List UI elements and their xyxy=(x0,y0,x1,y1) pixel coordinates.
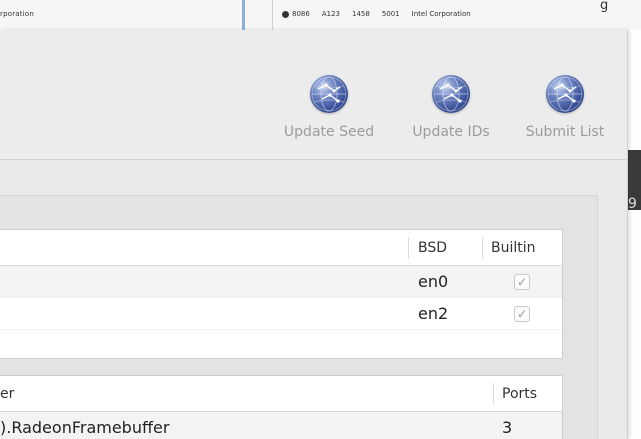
background-divider-thin xyxy=(272,0,273,30)
column-header-builtin[interactable]: Builtin xyxy=(491,230,536,266)
network-table[interactable]: BSD Builtin en0 ✓ en2 ✓ xyxy=(0,229,563,359)
submit-list-button[interactable]: Submit List xyxy=(510,75,620,155)
column-separator xyxy=(408,237,409,259)
background-glyph: g xyxy=(600,0,609,13)
update-ids-label: Update IDs xyxy=(412,124,490,140)
background-vendor-name: Intel Corporation xyxy=(411,10,471,18)
bullet-icon xyxy=(282,10,289,18)
globe-icon xyxy=(310,75,348,113)
update-seed-label: Update Seed xyxy=(283,124,375,140)
column-header-framebuffer[interactable]: er xyxy=(0,376,14,412)
column-header-bsd[interactable]: BSD xyxy=(418,230,447,266)
builtin-checkbox[interactable]: ✓ xyxy=(514,306,530,322)
column-separator xyxy=(493,383,494,405)
column-header-ports[interactable]: Ports xyxy=(502,376,537,412)
background-table-row: 8086 A123 1458 5001 Intel Corporation xyxy=(282,10,483,18)
toolbar: Update Seed Update IDs Submit List xyxy=(0,30,627,160)
table-row[interactable]: ).RadeonFramebuffer 3 xyxy=(0,412,562,439)
background-subsys-vendor: 1458 xyxy=(351,10,370,18)
bsd-cell: en0 xyxy=(418,272,449,291)
table-row[interactable]: en0 ✓ xyxy=(0,266,562,298)
background-divider xyxy=(242,0,245,30)
column-separator xyxy=(482,237,483,259)
adjacent-window-glyph: 9 xyxy=(628,196,637,212)
network-table-header: BSD Builtin xyxy=(0,230,562,266)
submit-list-label: Submit List xyxy=(525,124,605,140)
builtin-checkbox[interactable]: ✓ xyxy=(514,274,530,290)
bsd-cell: en2 xyxy=(418,304,449,323)
background-subsys-device: 5001 xyxy=(381,10,400,18)
update-seed-button[interactable]: Update Seed xyxy=(274,75,384,155)
globe-icon xyxy=(432,75,470,113)
update-ids-button[interactable]: Update IDs xyxy=(396,75,506,155)
background-vendor-text: rporation xyxy=(0,10,34,18)
globe-icon xyxy=(546,75,584,113)
background-vendor-id: 8086 xyxy=(292,10,310,18)
table-row[interactable]: en2 ✓ xyxy=(0,298,562,330)
graphics-table-header: er Ports xyxy=(0,376,562,412)
background-window: rporation 8086 A123 1458 5001 Intel Corp… xyxy=(0,0,641,30)
framebuffer-cell: ).RadeonFramebuffer xyxy=(0,418,170,437)
background-device-id: A123 xyxy=(321,10,340,18)
graphics-table[interactable]: er Ports ).RadeonFramebuffer 3 xyxy=(0,375,563,439)
ports-cell: 3 xyxy=(502,418,513,437)
